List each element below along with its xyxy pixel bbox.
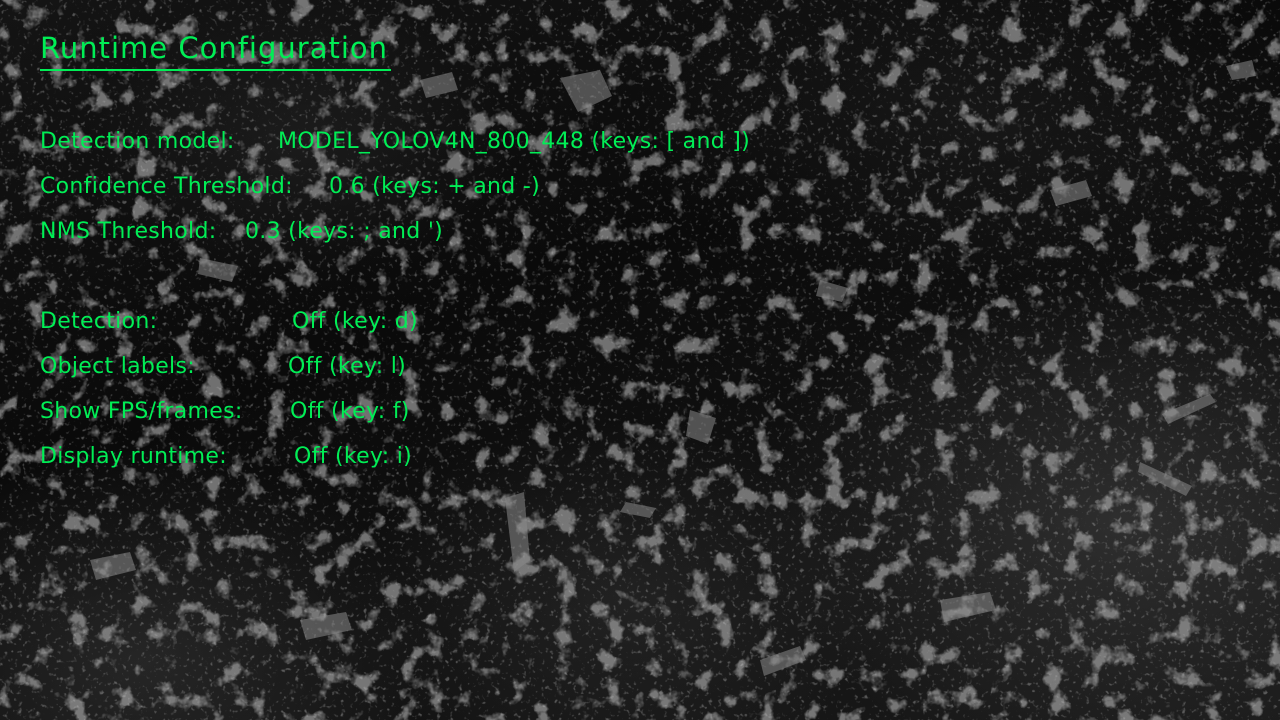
toggle-label: Detection: <box>40 309 158 334</box>
toggle-value: Off (key: l) <box>288 354 406 379</box>
setting-value: 0.3 (keys: ; and ') <box>245 219 444 244</box>
setting-label: Confidence Threshold: <box>40 174 293 199</box>
toggle-label: Display runtime: <box>40 444 227 469</box>
setting-value: MODEL_YOLOV4N_800_448 (keys: [ and ]) <box>278 129 751 154</box>
title-underline <box>40 69 391 71</box>
toggle-value: Off (key: i) <box>294 444 412 469</box>
setting-label: NMS Threshold: <box>40 219 217 244</box>
video-frame: Runtime Configuration Detection model: M… <box>0 0 1280 720</box>
toggle-display-runtime: Display runtime: Off (key: i) <box>40 442 412 562</box>
setting-label: Detection model: <box>40 129 235 154</box>
setting-value: 0.6 (keys: + and -) <box>329 174 540 199</box>
toggle-value: Off (key: d) <box>292 309 418 334</box>
config-overlay: Runtime Configuration Detection model: M… <box>0 0 1280 720</box>
overlay-title: Runtime Configuration <box>40 31 389 65</box>
toggle-label: Object labels: <box>40 354 195 379</box>
toggle-value: Off (key: f) <box>290 399 410 424</box>
toggle-label: Show FPS/frames: <box>40 399 243 424</box>
